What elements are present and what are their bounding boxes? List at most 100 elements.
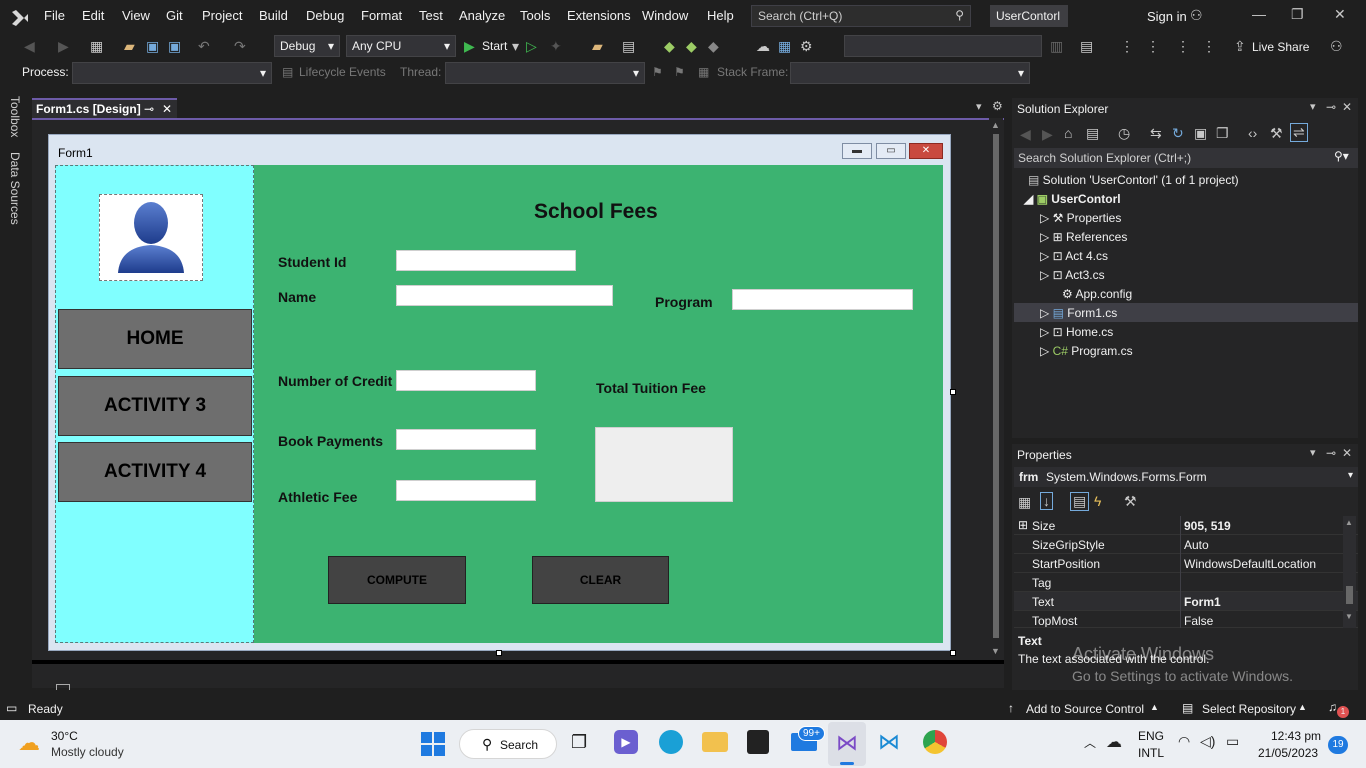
form-close-button[interactable]: ✕: [909, 143, 943, 159]
collapse-all-icon[interactable]: ▣: [1194, 125, 1207, 142]
tree-item-act4[interactable]: ▷ ⊡ Act 4.cs: [1040, 249, 1108, 263]
property-pages-icon[interactable]: ⚒: [1124, 493, 1137, 510]
sync-icon[interactable]: ☁: [756, 38, 770, 55]
find-dropdown[interactable]: [844, 35, 1042, 57]
close-panel-icon[interactable]: ✕: [1342, 100, 1352, 114]
tree-item-app-config[interactable]: ⚙ App.config: [1062, 287, 1132, 301]
process-dropdown[interactable]: ▾: [72, 62, 272, 84]
avatar-picturebox[interactable]: [99, 194, 203, 281]
athletic-fee-textbox[interactable]: [396, 480, 536, 501]
events-icon[interactable]: ϟ: [1094, 493, 1101, 509]
spacing-icon[interactable]: ⋮: [1120, 38, 1134, 55]
prop-row-size[interactable]: ⊞ Size 905, 519: [1014, 516, 1358, 535]
view-icon[interactable]: ▤: [1080, 38, 1093, 55]
menu-edit[interactable]: Edit: [82, 8, 104, 23]
sign-in-link[interactable]: Sign in: [1147, 9, 1187, 24]
properties-icon[interactable]: ▤: [1070, 492, 1090, 511]
student-id-textbox[interactable]: [396, 250, 576, 271]
align-center-icon[interactable]: ◆: [686, 38, 697, 55]
solution-explorer-search[interactable]: Search Solution Explorer (Ctrl+;) ⚲▾: [1014, 148, 1358, 168]
teams-chat-icon[interactable]: ▶: [614, 730, 638, 754]
tree-item-form1[interactable]: ▷ ▤ Form1.cs: [1040, 306, 1117, 320]
forward-icon[interactable]: ▶: [1042, 126, 1053, 143]
activity-4-button[interactable]: ACTIVITY 4: [58, 442, 252, 502]
designer-horizontal-scrollbar[interactable]: [32, 660, 1004, 664]
preview-icon[interactable]: ⇌: [1290, 123, 1308, 142]
show-hidden-icons-chevron-icon[interactable]: ︿: [1084, 734, 1096, 751]
designer-settings-gear-icon[interactable]: ⚙: [992, 99, 1003, 113]
visual-studio-taskbar-button[interactable]: ⋈: [828, 722, 866, 766]
close-panel-icon[interactable]: ✕: [1342, 446, 1352, 460]
scroll-up-icon[interactable]: ▲: [1345, 518, 1353, 527]
view-code-icon[interactable]: ‹›: [1248, 125, 1257, 141]
spacing-icon[interactable]: ⋮: [1202, 38, 1216, 55]
microsoft-store-icon[interactable]: [747, 730, 769, 754]
language-code[interactable]: ENG: [1138, 729, 1164, 743]
categorized-icon[interactable]: ▦: [1018, 494, 1031, 511]
expand-icon[interactable]: ⊞: [1018, 518, 1028, 532]
live-share-button[interactable]: Live Share: [1252, 40, 1309, 54]
history-icon[interactable]: ◷: [1118, 125, 1130, 142]
resize-handle-bottom[interactable]: [496, 650, 502, 656]
menu-help[interactable]: Help: [707, 8, 734, 23]
scroll-down-icon[interactable]: ▼: [991, 646, 1000, 656]
settings-gear-icon[interactable]: ⚙: [800, 38, 813, 55]
add-to-source-control-button[interactable]: Add to Source Control: [1026, 702, 1144, 716]
close-icon[interactable]: ✕: [1334, 6, 1346, 23]
select-repository-button[interactable]: Select Repository: [1202, 702, 1296, 716]
battery-icon[interactable]: ▭: [1226, 733, 1239, 750]
task-view-icon[interactable]: ❐: [571, 732, 587, 753]
alphabetical-icon[interactable]: ↓: [1040, 492, 1053, 510]
menu-view[interactable]: View: [122, 8, 150, 23]
chrome-icon[interactable]: [923, 730, 947, 754]
start-button[interactable]: Start: [482, 39, 507, 53]
prop-row-tag[interactable]: Tag: [1014, 573, 1358, 592]
browse-folder-icon[interactable]: ▰: [592, 38, 603, 55]
toolbox-tab[interactable]: Toolbox: [8, 96, 22, 137]
back-icon[interactable]: ◀: [1020, 126, 1031, 143]
feedback-icon[interactable]: ⚇: [1330, 38, 1343, 55]
menu-project[interactable]: Project: [202, 8, 242, 23]
start-icon[interactable]: ▶: [464, 38, 475, 55]
weather-temperature[interactable]: 30°C: [51, 729, 78, 743]
pin-icon[interactable]: ⊸: [1326, 446, 1336, 460]
start-without-debugging-icon[interactable]: ▷: [526, 38, 537, 55]
notifications-bell-icon[interactable]: ♫: [1328, 700, 1337, 714]
tree-item-program[interactable]: ▷ C# Program.cs: [1040, 344, 1133, 358]
menu-build[interactable]: Build: [259, 8, 288, 23]
scrollbar-thumb[interactable]: [993, 134, 999, 638]
designer-vertical-scrollbar[interactable]: ▲ ▼: [989, 118, 1003, 660]
menu-debug[interactable]: Debug: [306, 8, 344, 23]
name-textbox[interactable]: [396, 285, 613, 306]
menu-analyze[interactable]: Analyze: [459, 8, 505, 23]
menu-file[interactable]: File: [44, 8, 65, 23]
form-minimize-button[interactable]: ▬: [842, 143, 872, 159]
pin-icon[interactable]: ⊸: [1326, 100, 1336, 114]
redo-icon[interactable]: ↷: [234, 38, 246, 55]
refresh-icon[interactable]: ↻: [1172, 125, 1184, 142]
home-button[interactable]: HOME: [58, 309, 252, 369]
properties-scrollbar[interactable]: ▲ ▼: [1343, 516, 1356, 628]
onedrive-cloud-icon[interactable]: ☁: [1106, 732, 1122, 752]
vscode-icon[interactable]: ⋈: [878, 729, 900, 755]
total-tuition-output[interactable]: [595, 427, 733, 502]
clock-time[interactable]: 12:43 pm: [1271, 729, 1321, 743]
windows-start-icon[interactable]: [421, 732, 445, 756]
align-left-icon[interactable]: ◆: [664, 38, 675, 55]
share-icon[interactable]: ⇪: [1234, 38, 1246, 55]
scroll-up-icon[interactable]: ▲: [991, 120, 1000, 130]
weather-cloudy-icon[interactable]: ☁: [18, 730, 40, 756]
pin-icon[interactable]: ⊸: [144, 102, 154, 116]
panel-options-chevron-icon[interactable]: ▾: [1310, 446, 1316, 459]
layout-icon[interactable]: ▤: [622, 38, 635, 55]
properties-wrench-icon[interactable]: ⚒: [1270, 125, 1283, 142]
solution-name-badge[interactable]: UserContorl: [990, 5, 1068, 27]
tree-item-references[interactable]: ▷ ⊞ References: [1040, 230, 1127, 244]
compute-button[interactable]: COMPUTE: [328, 556, 466, 604]
file-explorer-icon[interactable]: [702, 732, 728, 752]
scroll-down-icon[interactable]: ▼: [1345, 612, 1353, 621]
menu-extensions[interactable]: Extensions: [567, 8, 631, 23]
spacing-icon[interactable]: ⋮: [1146, 38, 1160, 55]
form-maximize-button[interactable]: ▭: [876, 143, 906, 159]
wifi-icon[interactable]: ◠: [1178, 733, 1190, 750]
